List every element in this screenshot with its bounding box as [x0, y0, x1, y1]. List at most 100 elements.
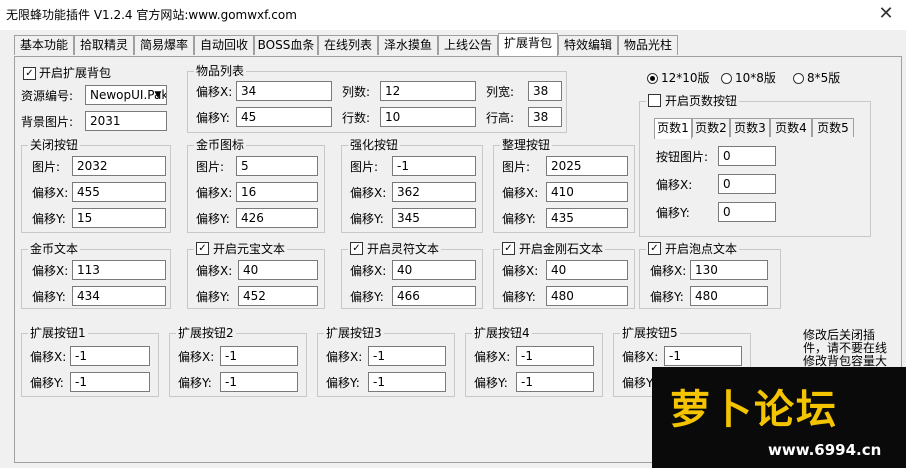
- bubble-text-checkbox[interactable]: ✓: [648, 242, 661, 255]
- page-tab-3[interactable]: 页数3: [730, 118, 770, 137]
- window-title: 无限蜂功能插件 V1.2.4 官方网站:www.gomwxf.com: [6, 8, 297, 22]
- ext1-y-label: 偏移Y:: [30, 376, 64, 390]
- page-y-input[interactable]: 0: [718, 202, 776, 222]
- enable-bag-checkbox[interactable]: ✓: [23, 67, 36, 80]
- page-buttons-checkbox[interactable]: [648, 94, 661, 107]
- lingfu-x-label: 偏移X:: [350, 264, 387, 278]
- enhance-img-input[interactable]: -1: [392, 156, 476, 176]
- ext2-x-label: 偏移X:: [178, 350, 215, 364]
- item-col-w-input[interactable]: 38: [528, 81, 562, 101]
- enhance-button-group: 强化按钮 图片: -1 偏移X: 362 偏移Y: 345: [341, 138, 483, 233]
- close-button-title: 关闭按钮: [28, 138, 81, 152]
- item-rows-input[interactable]: 10: [380, 107, 476, 127]
- ext-button-4-title: 扩展按钮4: [472, 326, 532, 340]
- gold-icon-title: 金币图标: [194, 138, 247, 152]
- diamond-text-header: ✓ 开启金刚石文本: [500, 242, 606, 256]
- yuanbao-text-checkbox[interactable]: ✓: [196, 242, 209, 255]
- lingfu-text-checkbox[interactable]: ✓: [350, 242, 363, 255]
- close-icon[interactable]: ✕: [874, 2, 898, 26]
- tab-boss-hp[interactable]: BOSS血条: [254, 35, 318, 55]
- page-tab-2[interactable]: 页数2: [692, 118, 730, 137]
- ext3-x-input[interactable]: -1: [368, 346, 446, 366]
- enhance-img-label: 图片:: [350, 160, 379, 174]
- ext4-x-input[interactable]: -1: [516, 346, 594, 366]
- tab-extend-bag[interactable]: 扩展背包: [498, 33, 558, 56]
- tab-pickup[interactable]: 拾取精灵: [74, 35, 134, 55]
- ext1-y-input[interactable]: -1: [70, 372, 150, 392]
- lingfu-text-title: 开启灵符文本: [367, 242, 440, 256]
- page-tab-1[interactable]: 页数1: [654, 118, 692, 139]
- ext4-y-input[interactable]: -1: [516, 372, 594, 392]
- item-offset-y-input[interactable]: 45: [236, 107, 332, 127]
- tab-droprate[interactable]: 简易爆率: [134, 35, 194, 55]
- gold-y-input[interactable]: 426: [236, 208, 318, 228]
- gold-img-input[interactable]: 5: [236, 156, 318, 176]
- bg-image-input[interactable]: 2031: [85, 111, 167, 131]
- lingfu-y-input[interactable]: 466: [392, 286, 476, 306]
- item-offset-x-input[interactable]: 34: [236, 81, 332, 101]
- tab-online-list[interactable]: 在线列表: [318, 35, 378, 55]
- bubble-text-header: ✓ 开启泡点文本: [646, 242, 740, 256]
- yuanbao-y-input[interactable]: 452: [238, 286, 318, 306]
- gold-x-input[interactable]: 16: [236, 182, 318, 202]
- page-x-label: 偏移X:: [656, 178, 693, 192]
- close-img-input[interactable]: 2032: [72, 156, 166, 176]
- ext2-y-input[interactable]: -1: [220, 372, 298, 392]
- page-x-input[interactable]: 0: [718, 174, 776, 194]
- sort-img-input[interactable]: 2025: [546, 156, 628, 176]
- chevron-down-icon[interactable]: ▼: [150, 86, 166, 104]
- ext5-x-label: 偏移X:: [622, 350, 659, 364]
- yuanbao-x-label: 偏移X:: [196, 264, 233, 278]
- item-cols-input[interactable]: 12: [380, 81, 476, 101]
- ext2-x-input[interactable]: -1: [220, 346, 298, 366]
- enhance-x-input[interactable]: 362: [392, 182, 476, 202]
- diamond-y-input[interactable]: 480: [546, 286, 628, 306]
- item-rows-label: 行数:: [342, 111, 371, 125]
- page-img-input[interactable]: 0: [718, 146, 776, 166]
- tab-effect-edit[interactable]: 特效编辑: [558, 35, 618, 55]
- gold-icon-group: 金币图标 图片: 5 偏移X: 16 偏移Y: 426: [187, 138, 325, 233]
- ext1-x-label: 偏移X:: [30, 350, 67, 364]
- tab-item-beam[interactable]: 物品光柱: [618, 35, 678, 55]
- layout-10x8-radio[interactable]: [721, 73, 732, 84]
- diamond-text-title: 开启金刚石文本: [519, 242, 604, 256]
- diamond-x-input[interactable]: 40: [546, 260, 628, 280]
- sort-y-input[interactable]: 435: [546, 208, 628, 228]
- gold-text-y-input[interactable]: 434: [72, 286, 166, 306]
- sort-x-input[interactable]: 410: [546, 182, 628, 202]
- page-tab-5[interactable]: 页数5: [812, 118, 854, 137]
- diamond-text-group: ✓ 开启金刚石文本 偏移X: 40 偏移Y: 480: [493, 242, 635, 309]
- item-list-title: 物品列表: [194, 64, 247, 78]
- close-y-input[interactable]: 15: [72, 208, 166, 228]
- tab-fishing[interactable]: 泽水摸鱼: [378, 35, 438, 55]
- tab-recycle[interactable]: 自动回收: [194, 35, 254, 55]
- ext5-x-input[interactable]: -1: [664, 346, 742, 366]
- ext2-y-label: 偏移Y:: [178, 376, 212, 390]
- diamond-text-checkbox[interactable]: ✓: [502, 242, 515, 255]
- page-buttons-title: 开启页数按钮: [665, 94, 738, 108]
- close-x-input[interactable]: 455: [72, 182, 166, 202]
- enhance-y-input[interactable]: 345: [392, 208, 476, 228]
- enhance-y-label: 偏移Y:: [350, 212, 384, 226]
- gold-text-x-label: 偏移X:: [32, 264, 69, 278]
- lingfu-x-input[interactable]: 40: [392, 260, 476, 280]
- tab-basic[interactable]: 基本功能: [14, 35, 74, 55]
- gold-text-x-input[interactable]: 113: [72, 260, 166, 280]
- ext-button-3-group: 扩展按钮3 偏移X: -1 偏移Y: -1: [317, 326, 455, 397]
- resource-select[interactable]: NewopUI.Pak ▼: [85, 85, 167, 105]
- enhance-x-label: 偏移X:: [350, 186, 387, 200]
- bubble-x-input[interactable]: 130: [690, 260, 768, 280]
- yuanbao-x-input[interactable]: 40: [238, 260, 318, 280]
- ext3-y-input[interactable]: -1: [368, 372, 446, 392]
- bubble-y-input[interactable]: 480: [690, 286, 768, 306]
- tab-login-notice[interactable]: 上线公告: [438, 35, 498, 55]
- ext-button-2-title: 扩展按钮2: [176, 326, 236, 340]
- ext-button-2-group: 扩展按钮2 偏移X: -1 偏移Y: -1: [169, 326, 307, 397]
- page-tab-4[interactable]: 页数4: [770, 118, 812, 137]
- item-row-h-input[interactable]: 38: [528, 107, 562, 127]
- ext5-y-label: 偏移Y:: [622, 376, 656, 390]
- layout-12x10-radio[interactable]: [647, 73, 658, 84]
- layout-8x5-radio[interactable]: [793, 73, 804, 84]
- ext1-x-input[interactable]: -1: [70, 346, 150, 366]
- close-img-label: 图片:: [32, 160, 61, 174]
